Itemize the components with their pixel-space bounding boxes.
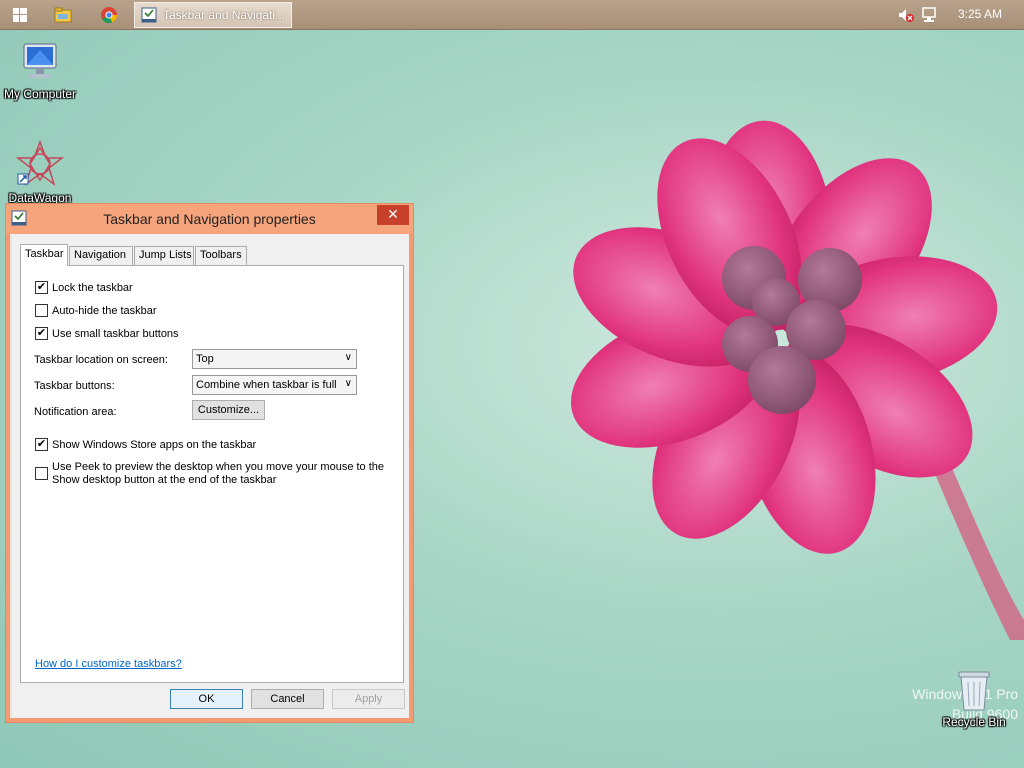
peek-label-line1: Use Peek to preview the desktop when you…: [52, 461, 385, 473]
taskbar-buttons-label: Taskbar buttons:: [34, 380, 115, 392]
location-label: Taskbar location on screen:: [34, 354, 168, 366]
customize-button[interactable]: Customize...: [192, 400, 265, 420]
auto-hide-option[interactable]: Auto-hide the taskbar: [35, 304, 157, 317]
apply-button[interactable]: Apply: [332, 689, 405, 709]
store-apps-checkbox[interactable]: ✔: [35, 438, 48, 451]
network-icon[interactable]: [921, 6, 939, 24]
desktop-icon-my-computer[interactable]: My Computer: [0, 40, 80, 101]
dialog-title-bar[interactable]: Taskbar and Navigation properties ✕: [6, 204, 413, 234]
tab-taskbar[interactable]: Taskbar: [20, 244, 68, 266]
ok-button[interactable]: OK: [170, 689, 243, 709]
dialog-body: Taskbar Navigation Jump Lists Toolbars ✔…: [12, 234, 409, 718]
computer-icon: [23, 43, 57, 78]
taskbar-properties-icon: [141, 7, 157, 23]
taskbar-chrome[interactable]: [94, 2, 124, 28]
taskbar-tab-panel: ✔ Lock the taskbar Auto-hide the taskbar…: [20, 265, 404, 683]
taskbar-clock[interactable]: 3:25 AM: [950, 7, 1010, 21]
peek-label-line2: Show desktop button at the end of the ta…: [52, 474, 277, 486]
store-apps-option[interactable]: ✔ Show Windows Store apps on the taskbar: [35, 438, 256, 451]
lock-taskbar-option[interactable]: ✔ Lock the taskbar: [35, 281, 133, 294]
tab-jump-lists[interactable]: Jump Lists: [134, 246, 194, 265]
chevron-down-icon: ∨: [344, 352, 352, 363]
windows-start-icon: [13, 8, 27, 22]
peek-option[interactable]: Use Peek to preview the desktop when you…: [35, 461, 384, 487]
auto-hide-checkbox[interactable]: [35, 304, 48, 317]
file-explorer-icon: [54, 7, 72, 23]
small-buttons-checkbox[interactable]: ✔: [35, 327, 48, 340]
tab-navigation[interactable]: Navigation: [69, 246, 133, 265]
desktop-icon-label: My Computer: [3, 87, 77, 101]
taskbar-buttons-dropdown[interactable]: Combine when taskbar is full ∨: [192, 375, 357, 395]
chrome-icon: [101, 7, 117, 23]
location-value: Top: [196, 353, 214, 365]
peek-label: Use Peek to preview the desktop when you…: [52, 461, 384, 487]
taskbar-file-explorer[interactable]: [48, 2, 78, 28]
recycle-bin-icon: [958, 671, 990, 711]
desktop-icon-label: Recycle Bin: [942, 715, 1006, 729]
datawagon-icon: [15, 140, 65, 186]
notification-area-label: Notification area:: [34, 406, 117, 418]
wallpaper-flower: [571, 120, 1024, 640]
small-buttons-option[interactable]: ✔ Use small taskbar buttons: [35, 327, 179, 340]
location-dropdown[interactable]: Top ∨: [192, 349, 357, 369]
tab-toolbars[interactable]: Toolbars: [195, 246, 247, 265]
taskbar-properties-dialog: Taskbar and Navigation properties ✕ Task…: [5, 203, 414, 723]
peek-checkbox[interactable]: [35, 467, 48, 480]
store-apps-label: Show Windows Store apps on the taskbar: [52, 438, 257, 451]
desktop-icon-datawagon[interactable]: DataWagon: [0, 140, 80, 204]
close-button[interactable]: ✕: [377, 205, 409, 225]
desktop-icon-recycle-bin[interactable]: Recycle Bin: [934, 668, 1014, 729]
start-button[interactable]: [4, 2, 36, 28]
dialog-title: Taskbar and Navigation properties: [103, 211, 316, 227]
chevron-down-icon: ∨: [344, 378, 352, 389]
taskbar: Taskbar and Navigati... 3:25 AM: [0, 0, 1024, 30]
taskbar-buttons-value: Combine when taskbar is full: [196, 379, 337, 391]
auto-hide-label: Auto-hide the taskbar: [52, 304, 157, 317]
cancel-button[interactable]: Cancel: [251, 689, 324, 709]
lock-taskbar-label: Lock the taskbar: [52, 281, 133, 294]
speaker-muted-icon[interactable]: [897, 6, 915, 24]
lock-taskbar-checkbox[interactable]: ✔: [35, 281, 48, 294]
taskbar-window-taskbar-properties[interactable]: Taskbar and Navigati...: [134, 2, 292, 28]
taskbar-window-label: Taskbar and Navigati...: [163, 8, 286, 22]
close-icon: ✕: [387, 207, 399, 223]
small-buttons-label: Use small taskbar buttons: [52, 327, 179, 340]
help-link[interactable]: How do I customize taskbars?: [35, 658, 182, 670]
